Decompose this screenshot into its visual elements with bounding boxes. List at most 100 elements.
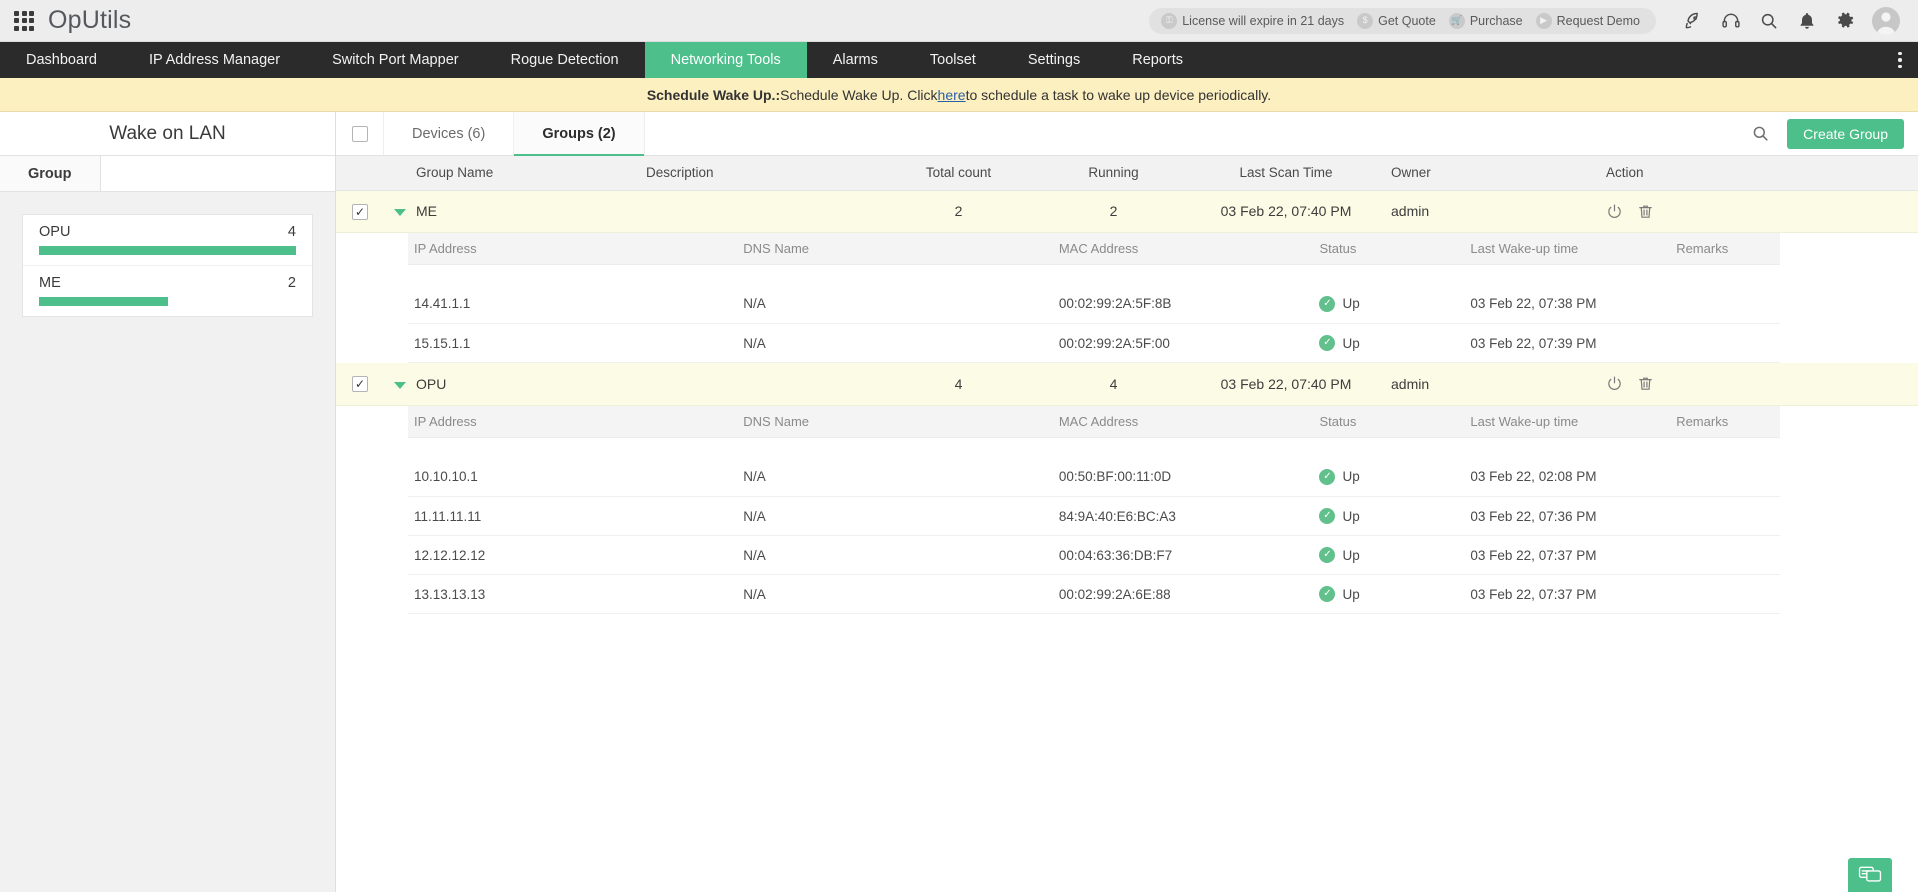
banner-here-link[interactable]: here [938, 87, 966, 103]
select-all-checkbox[interactable] [352, 126, 368, 142]
expand-collapse-caret-opu[interactable] [394, 382, 406, 389]
trash-delete-icon[interactable] [1637, 375, 1654, 392]
banner-text-before: Schedule Wake Up. Click [780, 87, 937, 103]
groups-table: Group Name Description Total count Runni… [336, 156, 1918, 614]
bell-notification-icon[interactable] [1788, 0, 1826, 42]
headset-support-icon[interactable] [1712, 0, 1750, 42]
header-group-name: Group Name [416, 156, 646, 190]
nav-item-reports[interactable]: Reports [1106, 42, 1209, 78]
device-remarks [1670, 285, 1780, 324]
nav-item-settings[interactable]: Settings [1002, 42, 1106, 78]
nav-item-rogue-detection[interactable]: Rogue Detection [485, 42, 645, 78]
dev-header-mac: MAC Address [1053, 406, 1314, 438]
devices-header-row-me: IP Address DNS Name MAC Address Status L… [408, 233, 1780, 265]
sidebar-tab-group[interactable]: Group [0, 156, 101, 191]
device-status-cell: ✓ Up [1313, 536, 1464, 575]
create-group-button[interactable]: Create Group [1787, 119, 1904, 149]
groups-header-row: Group Name Description Total count Runni… [336, 156, 1918, 190]
list-item[interactable]: 14.41.1.1 N/A 00:02:99:2A:5F:8B ✓ Up [408, 285, 1780, 324]
sidebar-tabbar-filler [101, 156, 336, 191]
nav-item-dashboard[interactable]: Dashboard [0, 42, 123, 78]
group-owner-opu: admin [1391, 363, 1606, 405]
get-quote-item[interactable]: $ Get Quote [1353, 13, 1440, 29]
header-expand-col [384, 156, 416, 190]
device-ip: 11.11.11.11 [408, 497, 737, 536]
device-status: Up [1342, 296, 1359, 311]
dev-header-wakeup: Last Wake-up time [1464, 233, 1670, 265]
tab-devices[interactable]: Devices (6) [384, 112, 514, 155]
table-row[interactable]: ME 2 2 03 Feb 22, 07:40 PM admin [336, 190, 1918, 232]
list-item[interactable]: 13.13.13.13 N/A 00:02:99:2A:6E:88 ✓ Up [408, 575, 1780, 614]
search-icon[interactable] [1750, 0, 1788, 42]
devices-spacer-row-opu [408, 438, 1780, 458]
app-title: OpUtils [48, 6, 131, 35]
header-action: Action [1606, 156, 1918, 190]
expand-collapse-caret-me[interactable] [394, 209, 406, 216]
group-row-checkbox-me[interactable] [352, 204, 368, 220]
device-dns: N/A [737, 458, 1053, 497]
license-expiry-item[interactable]: ⚿ License will expire in 21 days [1157, 13, 1348, 29]
main-navigation-bar: Dashboard IP Address Manager Switch Port… [0, 42, 1918, 78]
dev-header-status: Status [1313, 406, 1464, 438]
table-row[interactable]: OPU 4 4 03 Feb 22, 07:40 PM admin [336, 363, 1918, 405]
device-ip: 10.10.10.1 [408, 458, 737, 497]
chart-row-opu[interactable]: OPU 4 [23, 215, 312, 265]
dev-header-remarks: Remarks [1670, 406, 1780, 438]
device-last-wakeup: 03 Feb 22, 07:39 PM [1464, 324, 1670, 363]
purchase-item[interactable]: 🛒 Purchase [1445, 13, 1527, 29]
nav-item-switch-port-mapper[interactable]: Switch Port Mapper [306, 42, 485, 78]
devices-header-row-opu: IP Address DNS Name MAC Address Status L… [408, 406, 1780, 438]
devices-spacer-row-me [408, 265, 1780, 285]
list-item[interactable]: 15.15.1.1 N/A 00:02:99:2A:5F:00 ✓ Up [408, 324, 1780, 363]
status-up-check-icon: ✓ [1319, 296, 1335, 312]
group-distribution-chart: OPU 4 ME 2 [22, 214, 313, 317]
device-remarks [1670, 458, 1780, 497]
device-status-cell: ✓ Up [1313, 324, 1464, 363]
tab-groups[interactable]: Groups (2) [514, 112, 644, 155]
group-owner-me: admin [1391, 190, 1606, 232]
dev-header-remarks: Remarks [1670, 233, 1780, 265]
chart-label-opu: OPU [39, 224, 70, 240]
chat-support-widget[interactable] [1848, 858, 1892, 892]
user-avatar-icon[interactable] [1872, 7, 1900, 35]
sidebar-tabbar: Group [0, 156, 335, 192]
page-body: Wake on LAN Group OPU 4 ME 2 [0, 112, 1918, 892]
nav-item-alarms[interactable]: Alarms [807, 42, 904, 78]
list-item[interactable]: 10.10.10.1 N/A 00:50:BF:00:11:0D ✓ Up [408, 458, 1780, 497]
group-row-checkbox-cell [336, 190, 384, 232]
status-up-check-icon: ✓ [1319, 335, 1335, 351]
main-content: Devices (6) Groups (2) Create Group [336, 112, 1918, 892]
device-mac: 00:02:99:2A:6E:88 [1053, 575, 1314, 614]
rocket-icon[interactable] [1674, 0, 1712, 42]
device-mac: 84:9A:40:E6:BC:A3 [1053, 497, 1314, 536]
list-item[interactable]: 12.12.12.12 N/A 00:04:63:36:DB:F7 ✓ Up [408, 536, 1780, 575]
search-icon[interactable] [1737, 112, 1783, 155]
device-status: Up [1342, 336, 1359, 351]
chart-value-me: 2 [288, 275, 296, 291]
chart-bar-me [39, 297, 168, 306]
status-up-check-icon: ✓ [1319, 586, 1335, 602]
status-up-check-icon: ✓ [1319, 508, 1335, 524]
trash-delete-icon[interactable] [1637, 203, 1654, 220]
top-header-bar: OpUtils ⚿ License will expire in 21 days… [0, 0, 1918, 42]
page-title: Wake on LAN [0, 112, 335, 156]
more-options-icon[interactable] [1882, 42, 1918, 78]
apps-grid-icon[interactable] [14, 11, 34, 31]
nav-item-ip-address-manager[interactable]: IP Address Manager [123, 42, 306, 78]
chart-row-me[interactable]: ME 2 [23, 265, 312, 316]
request-demo-item[interactable]: ▶ Request Demo [1532, 13, 1644, 29]
power-icon[interactable] [1606, 203, 1623, 220]
device-dns: N/A [737, 324, 1053, 363]
nav-item-networking-tools[interactable]: Networking Tools [645, 42, 807, 78]
device-status: Up [1342, 469, 1359, 484]
device-remarks [1670, 497, 1780, 536]
dev-header-ip: IP Address [408, 233, 737, 265]
list-item[interactable]: 11.11.11.11 N/A 84:9A:40:E6:BC:A3 ✓ Up [408, 497, 1780, 536]
header-last-scan-time: Last Scan Time [1181, 156, 1391, 190]
groups-table-body: ME 2 2 03 Feb 22, 07:40 PM admin [336, 190, 1918, 614]
device-last-wakeup: 03 Feb 22, 07:37 PM [1464, 536, 1670, 575]
group-row-checkbox-opu[interactable] [352, 376, 368, 392]
power-icon[interactable] [1606, 375, 1623, 392]
gear-settings-icon[interactable] [1826, 0, 1864, 42]
nav-item-toolset[interactable]: Toolset [904, 42, 1002, 78]
